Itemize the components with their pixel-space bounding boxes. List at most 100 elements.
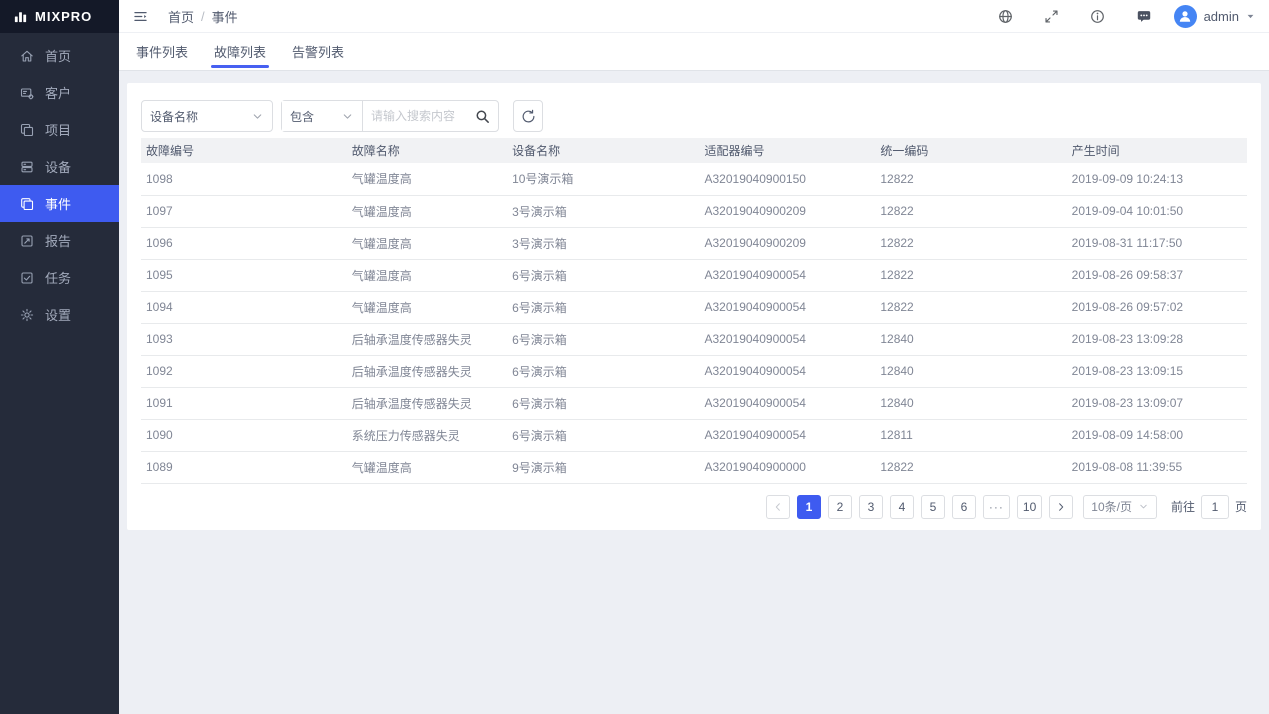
- breadcrumb: 首页 / 事件: [168, 7, 238, 26]
- page-ellipsis[interactable]: ···: [983, 495, 1010, 519]
- page-button-2[interactable]: 2: [828, 495, 852, 519]
- collapse-menu-icon[interactable]: [133, 9, 148, 24]
- page-size-select[interactable]: 10条/页: [1083, 495, 1157, 519]
- table-row: 1096气罐温度高3号演示箱A32019040900209128222019-0…: [141, 227, 1247, 259]
- task-icon: [20, 271, 34, 285]
- pagination-next-button[interactable]: [1049, 495, 1073, 519]
- table-cell: 后轴承温度传感器失灵: [347, 355, 507, 387]
- page-jump-input[interactable]: [1201, 495, 1229, 519]
- sidebar-item-label: 事件: [45, 194, 71, 213]
- sidebar-item-reports[interactable]: 报告: [0, 222, 119, 259]
- tab-0[interactable]: 事件列表: [133, 33, 191, 70]
- table-cell: 12840: [875, 323, 1066, 355]
- sidebar-item-projects[interactable]: 项目: [0, 111, 119, 148]
- column-header: 故障名称: [347, 138, 507, 163]
- table-cell: 气罐温度高: [347, 451, 507, 483]
- breadcrumb-current: 事件: [212, 7, 238, 26]
- event-icon: [20, 197, 34, 211]
- page-button-5[interactable]: 5: [921, 495, 945, 519]
- globe-icon[interactable]: [998, 9, 1014, 24]
- table-cell: 6号演示箱: [507, 291, 699, 323]
- chevron-down-icon: [341, 110, 354, 123]
- info-icon[interactable]: [1090, 9, 1106, 24]
- tabs-bar: 事件列表故障列表告警列表: [119, 33, 1269, 71]
- table-cell: 12822: [875, 259, 1066, 291]
- table-cell: 2019-08-31 11:17:50: [1067, 227, 1247, 259]
- table-cell: A32019040900209: [700, 227, 876, 259]
- table-cell: 6号演示箱: [507, 259, 699, 291]
- tab-2[interactable]: 告警列表: [289, 33, 347, 70]
- pagination: 123456···10 10条/页 前往 页: [141, 495, 1247, 519]
- chevron-down-icon: [1138, 501, 1149, 512]
- table-row: 1098气罐温度高10号演示箱A32019040900150128222019-…: [141, 163, 1247, 195]
- table-row: 1094气罐温度高6号演示箱A32019040900054128222019-0…: [141, 291, 1247, 323]
- table-cell: A32019040900209: [700, 195, 876, 227]
- main-area: 首页 / 事件 admin 事件列表故障列表告警列表 设备名称: [119, 0, 1269, 714]
- sidebar-item-label: 客户: [45, 83, 71, 102]
- page-button-10[interactable]: 10: [1017, 495, 1042, 519]
- table-cell: 1094: [141, 291, 347, 323]
- search-input[interactable]: [371, 109, 471, 123]
- sidebar-nav: 首页客户项目设备事件报告任务设置: [0, 33, 119, 333]
- search-group: 包含: [281, 100, 499, 132]
- table-cell: 12811: [875, 419, 1066, 451]
- sidebar-item-label: 报告: [45, 231, 71, 250]
- sidebar-item-devices[interactable]: 设备: [0, 148, 119, 185]
- breadcrumb-home[interactable]: 首页: [168, 7, 194, 26]
- table-cell: A32019040900000: [700, 451, 876, 483]
- column-header: 设备名称: [507, 138, 699, 163]
- search-box: [363, 101, 498, 131]
- column-header: 适配器编号: [700, 138, 876, 163]
- pagination-prev-button[interactable]: [766, 495, 790, 519]
- sidebar-item-home[interactable]: 首页: [0, 37, 119, 74]
- search-icon[interactable]: [475, 109, 490, 124]
- page-button-6[interactable]: 6: [952, 495, 976, 519]
- table-cell: 3号演示箱: [507, 195, 699, 227]
- table-cell: 6号演示箱: [507, 355, 699, 387]
- table-cell: 1092: [141, 355, 347, 387]
- table-row: 1095气罐温度高6号演示箱A32019040900054128222019-0…: [141, 259, 1247, 291]
- refresh-icon: [521, 109, 536, 124]
- table-cell: 2019-09-04 10:01:50: [1067, 195, 1247, 227]
- page-button-1[interactable]: 1: [797, 495, 821, 519]
- sidebar-item-label: 任务: [45, 268, 71, 287]
- chevron-down-icon: [1246, 12, 1255, 21]
- table-cell: 12822: [875, 291, 1066, 323]
- sidebar-item-tasks[interactable]: 任务: [0, 259, 119, 296]
- table-cell: 2019-08-26 09:57:02: [1067, 291, 1247, 323]
- chevron-right-icon: [1055, 501, 1067, 513]
- operator-select-value: 包含: [290, 108, 314, 125]
- page-button-4[interactable]: 4: [890, 495, 914, 519]
- fullscreen-icon[interactable]: [1044, 9, 1060, 24]
- table-cell: 1090: [141, 419, 347, 451]
- page-content: 设备名称 包含: [119, 71, 1269, 714]
- page-button-3[interactable]: 3: [859, 495, 883, 519]
- table-cell: 2019-08-08 11:39:55: [1067, 451, 1247, 483]
- table-cell: 12840: [875, 355, 1066, 387]
- person-icon: [1178, 9, 1192, 23]
- sidebar-item-label: 设置: [45, 305, 71, 324]
- chevron-down-icon: [251, 110, 264, 123]
- operator-select[interactable]: 包含: [282, 101, 363, 131]
- page-size-value: 10条/页: [1091, 498, 1132, 515]
- sidebar-item-label: 首页: [45, 46, 71, 65]
- message-icon[interactable]: [1136, 9, 1152, 24]
- table-cell: 气罐温度高: [347, 227, 507, 259]
- table-cell: 12822: [875, 195, 1066, 227]
- sidebar-item-settings[interactable]: 设置: [0, 296, 119, 333]
- column-header: 产生时间: [1067, 138, 1247, 163]
- table-cell: 气罐温度高: [347, 259, 507, 291]
- page-jump-prefix: 前往: [1171, 498, 1195, 515]
- table-cell: 气罐温度高: [347, 195, 507, 227]
- sidebar-item-customers[interactable]: 客户: [0, 74, 119, 111]
- table-cell: 1093: [141, 323, 347, 355]
- table-cell: 12822: [875, 451, 1066, 483]
- table-cell: A32019040900054: [700, 259, 876, 291]
- refresh-button[interactable]: [513, 100, 543, 132]
- home-icon: [20, 49, 34, 63]
- field-select[interactable]: 设备名称: [141, 100, 273, 132]
- table-row: 1090系统压力传感器失灵6号演示箱A320190409000541281120…: [141, 419, 1247, 451]
- tab-1[interactable]: 故障列表: [211, 33, 269, 70]
- user-menu[interactable]: admin: [1174, 5, 1255, 28]
- sidebar-item-events[interactable]: 事件: [0, 185, 119, 222]
